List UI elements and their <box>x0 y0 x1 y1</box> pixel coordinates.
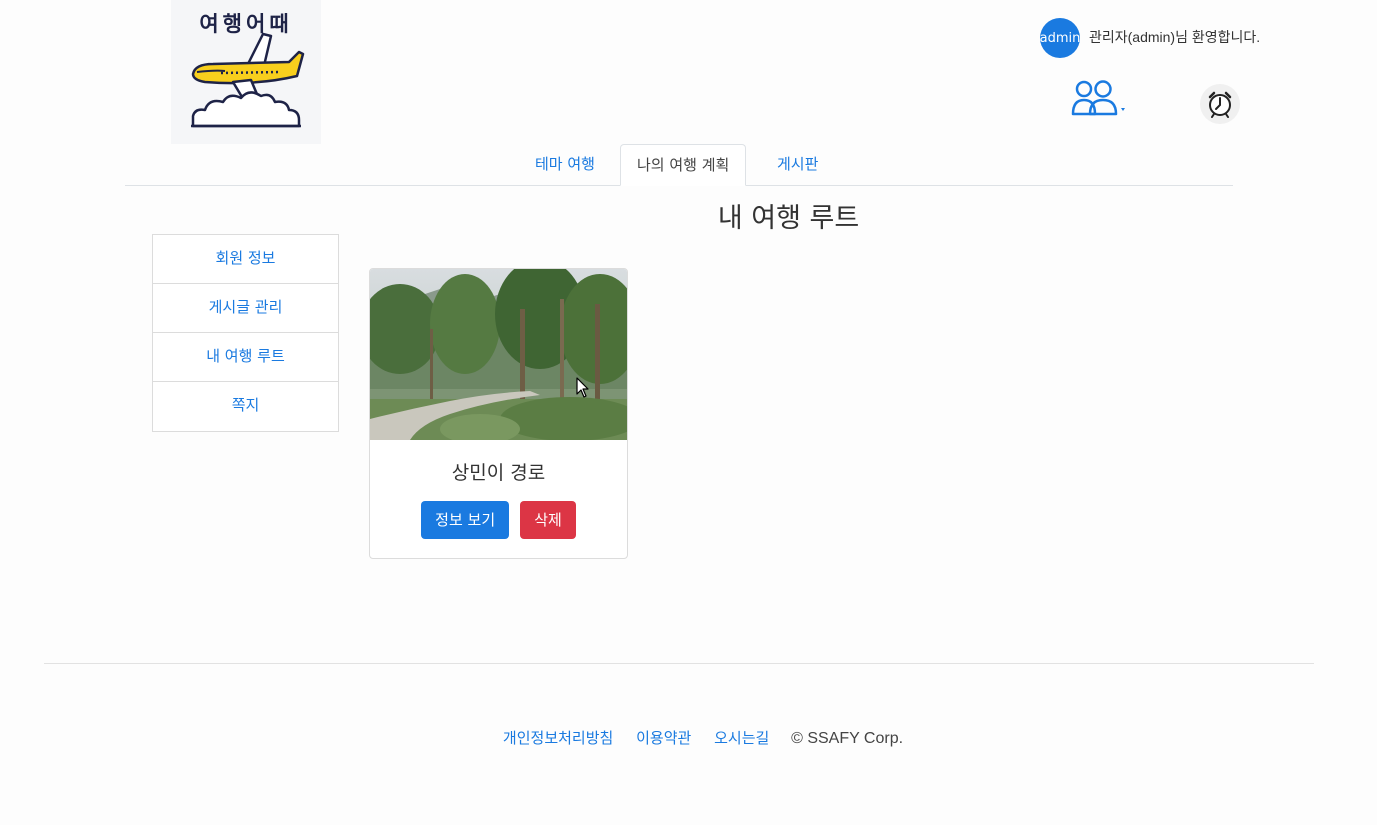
footer-link-directions[interactable]: 오시는길 <box>714 729 769 747</box>
tab-board[interactable]: 게시판 <box>761 144 834 186</box>
sidebar-item-messages[interactable]: 쪽지 <box>153 382 338 431</box>
avatar[interactable]: admin <box>1040 18 1080 58</box>
footer-divider <box>44 663 1314 664</box>
sidebar-item-my-travel-route[interactable]: 내 여행 루트 <box>153 333 338 382</box>
site-logo[interactable]: 여행어때 <box>171 0 321 144</box>
delete-button[interactable]: 삭제 <box>520 501 576 539</box>
page-title: 내 여행 루트 <box>717 203 860 234</box>
route-card: 상민이 경로 정보 보기 삭제 <box>369 268 628 559</box>
welcome-message: 관리자(admin)님 환영합니다. <box>1089 29 1261 45</box>
avatar-text: admin <box>1040 30 1080 46</box>
sidebar-item-member-info[interactable]: 회원 정보 <box>153 235 338 284</box>
footer-link-terms[interactable]: 이용약관 <box>636 729 691 747</box>
tab-theme-travel[interactable]: 테마 여행 <box>519 144 611 186</box>
footer: 개인정보처리방침 이용약관 오시는길 © SSAFY Corp. <box>0 727 1377 748</box>
users-dropdown-button[interactable] <box>1071 80 1131 116</box>
tab-my-travel-plan[interactable]: 나의 여행 계획 <box>620 144 747 186</box>
route-card-actions: 정보 보기 삭제 <box>370 501 627 539</box>
footer-copyright: © SSAFY Corp. <box>791 730 904 747</box>
main-nav-tabs: 테마 여행 나의 여행 계획 게시판 <box>125 144 1233 186</box>
route-thumbnail-image <box>370 269 627 440</box>
view-info-button[interactable]: 정보 보기 <box>421 501 510 539</box>
alarm-clock-icon <box>1208 91 1232 118</box>
footer-link-privacy-policy[interactable]: 개인정보처리방침 <box>503 729 613 747</box>
alarm-button[interactable] <box>1200 84 1240 124</box>
users-icon <box>1071 80 1125 116</box>
route-card-title: 상민이 경로 <box>451 462 546 484</box>
sidebar-menu: 회원 정보 게시글 관리 내 여행 루트 쪽지 <box>152 234 339 432</box>
airplane-logo-icon <box>191 32 305 128</box>
mouse-cursor-icon <box>576 377 589 398</box>
sidebar-item-post-management[interactable]: 게시글 관리 <box>153 284 338 333</box>
caret-down-icon <box>1121 108 1125 111</box>
